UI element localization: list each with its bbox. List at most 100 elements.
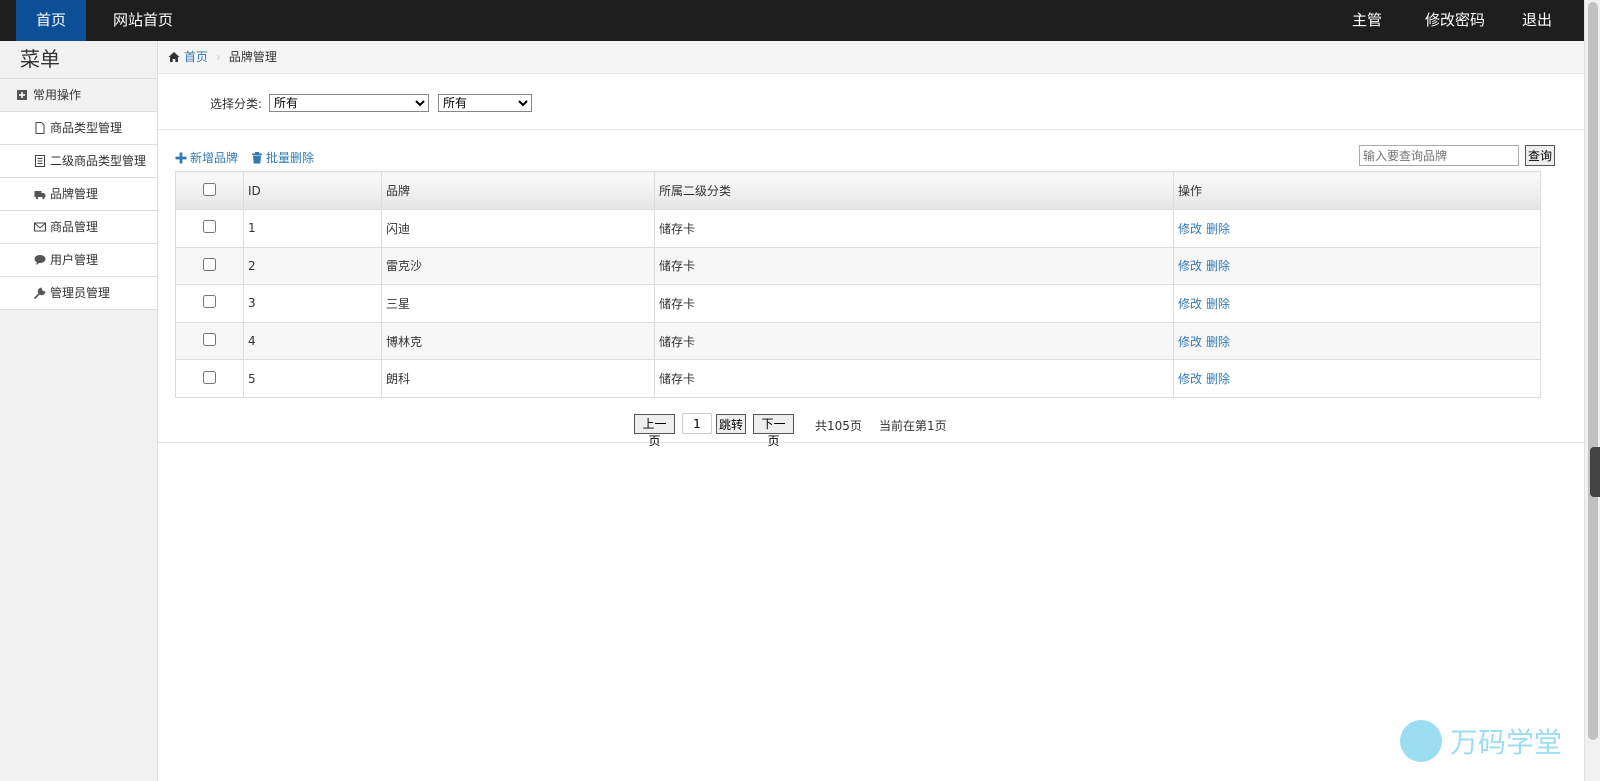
- select-all-checkbox[interactable]: [203, 182, 216, 196]
- page-scrollbar[interactable]: [1584, 0, 1600, 781]
- category-select[interactable]: 所有: [269, 94, 429, 112]
- main-content: 首页 › 品牌管理 选择分类: 所有 所有 新增品牌 批量删除 查询: [158, 41, 1584, 781]
- brand-search-input[interactable]: [1359, 145, 1519, 166]
- next-page-button[interactable]: 下一页: [753, 414, 794, 448]
- cell-category: 储存卡: [654, 209, 1174, 248]
- nav-change-password[interactable]: 修改密码: [1420, 0, 1490, 41]
- add-brand-label: 新增品牌: [190, 151, 239, 165]
- sidebar-item-user[interactable]: 用户管理: [0, 244, 157, 277]
- truck-icon: [34, 188, 46, 200]
- envelope-icon: [34, 221, 46, 233]
- nav-home[interactable]: 首页: [16, 0, 86, 41]
- trash-icon: [251, 151, 263, 164]
- cell-id: 3: [243, 284, 382, 323]
- header-checkbox-cell: [175, 171, 244, 210]
- top-navbar: 首页 网站首页 主管 修改密码 退出: [0, 0, 1584, 41]
- edit-link[interactable]: 修改: [1178, 222, 1202, 236]
- cell-id: 1: [243, 209, 382, 248]
- cell-brand: 朗科: [381, 359, 655, 398]
- edit-link[interactable]: 修改: [1178, 259, 1202, 273]
- cell-ops: 修改 删除: [1173, 359, 1541, 398]
- watermark-logo-icon: [1400, 720, 1442, 762]
- plus-square-icon: [16, 89, 28, 101]
- nav-site-home[interactable]: 网站首页: [103, 0, 183, 41]
- delete-link[interactable]: 删除: [1206, 259, 1230, 273]
- cell-brand: 三星: [381, 284, 655, 323]
- brand-table: ID 品牌 所属二级分类 操作 1 闪迪 储存卡 修改 删除 2 雷克沙 储存卡 …: [175, 171, 1541, 398]
- cell-category: 储存卡: [654, 284, 1174, 323]
- edit-link[interactable]: 修改: [1178, 335, 1202, 349]
- subcategory-select[interactable]: 所有: [438, 94, 532, 112]
- cell-ops: 修改 删除: [1173, 246, 1541, 286]
- total-pages-text: 共105页: [815, 419, 862, 433]
- sidebar-group-common[interactable]: 常用操作: [0, 79, 157, 112]
- pagination: 上一页 跳转 下一页 共105页 当前在第1页: [158, 413, 1584, 448]
- cell-ops: 修改 删除: [1173, 284, 1541, 323]
- sidebar-item-label: 商品类型管理: [50, 120, 123, 135]
- table-header-row: ID 品牌 所属二级分类 操作: [175, 171, 1541, 210]
- cell-category: 储存卡: [654, 321, 1174, 361]
- row-checkbox[interactable]: [203, 295, 216, 309]
- breadcrumb-current: 品牌管理: [228, 49, 277, 64]
- add-brand-button[interactable]: 新增品牌: [175, 149, 238, 166]
- row-checkbox[interactable]: [203, 220, 216, 234]
- home-icon: [168, 51, 180, 63]
- row-checkbox-cell: [175, 321, 244, 361]
- filter-bar: 选择分类: 所有 所有: [158, 74, 1584, 130]
- header-id: ID: [243, 171, 382, 210]
- cell-id: 5: [243, 359, 382, 398]
- sidebar-item-label: 二级商品类型管理: [50, 153, 147, 168]
- table-row: 3 三星 储存卡 修改 删除: [175, 284, 1541, 323]
- sidebar-item-admin[interactable]: 管理员管理: [0, 277, 157, 310]
- table-row: 4 博林克 储存卡 修改 删除: [175, 321, 1541, 361]
- sidebar-item-product-type[interactable]: 商品类型管理: [0, 112, 157, 145]
- wrench-icon: [34, 287, 46, 299]
- prev-page-button[interactable]: 上一页: [634, 414, 675, 448]
- scrollbar-thumb[interactable]: [1588, 2, 1598, 740]
- breadcrumb-separator: ›: [216, 49, 221, 64]
- delete-link[interactable]: 删除: [1206, 222, 1230, 236]
- cell-brand: 闪迪: [381, 209, 655, 248]
- watermark-text: 万码学堂: [1450, 726, 1563, 759]
- sidebar-item-sub-product-type[interactable]: 二级商品类型管理: [0, 145, 157, 178]
- file-icon: [34, 122, 46, 134]
- plus-icon: [175, 152, 187, 164]
- breadcrumb: 首页 › 品牌管理: [158, 41, 1584, 74]
- search-button[interactable]: 查询: [1525, 145, 1555, 166]
- cell-category: 储存卡: [654, 246, 1174, 286]
- delete-link[interactable]: 删除: [1206, 372, 1230, 386]
- toolbar: 新增品牌 批量删除 查询: [175, 145, 1567, 169]
- sidebar-item-label: 管理员管理: [50, 285, 111, 300]
- comment-icon: [34, 254, 46, 266]
- side-floating-widget[interactable]: [1590, 447, 1600, 497]
- cell-ops: 修改 删除: [1173, 209, 1541, 248]
- page-number-input[interactable]: [682, 413, 712, 434]
- jump-button[interactable]: 跳转: [716, 414, 746, 434]
- header-brand: 品牌: [381, 171, 655, 210]
- sidebar-title: 菜单: [0, 41, 157, 79]
- sidebar-item-label: 商品管理: [50, 219, 99, 234]
- delete-link[interactable]: 删除: [1206, 297, 1230, 311]
- row-checkbox-cell: [175, 246, 244, 286]
- cell-brand: 博林克: [381, 321, 655, 361]
- sidebar-item-brand[interactable]: 品牌管理: [0, 178, 157, 211]
- batch-delete-button[interactable]: 批量删除: [251, 149, 314, 166]
- watermark: 万码学堂: [1400, 720, 1562, 762]
- nav-user[interactable]: 主管: [1347, 0, 1387, 41]
- edit-link[interactable]: 修改: [1178, 372, 1202, 386]
- current-page-text: 当前在第1页: [879, 419, 947, 433]
- row-checkbox[interactable]: [203, 370, 216, 384]
- sidebar: 菜单 常用操作 商品类型管理 二级商品类型管理 品牌管理 商品管理 用户管理 管…: [0, 41, 158, 781]
- row-checkbox-cell: [175, 284, 244, 323]
- row-checkbox[interactable]: [203, 333, 216, 347]
- sidebar-group-label: 常用操作: [33, 87, 82, 102]
- sidebar-item-product[interactable]: 商品管理: [0, 211, 157, 244]
- delete-link[interactable]: 删除: [1206, 335, 1230, 349]
- edit-link[interactable]: 修改: [1178, 297, 1202, 311]
- row-checkbox[interactable]: [203, 257, 216, 271]
- cell-ops: 修改 删除: [1173, 321, 1541, 361]
- breadcrumb-home[interactable]: 首页: [184, 41, 208, 74]
- row-checkbox-cell: [175, 209, 244, 248]
- header-category: 所属二级分类: [654, 171, 1174, 210]
- nav-logout[interactable]: 退出: [1517, 0, 1557, 41]
